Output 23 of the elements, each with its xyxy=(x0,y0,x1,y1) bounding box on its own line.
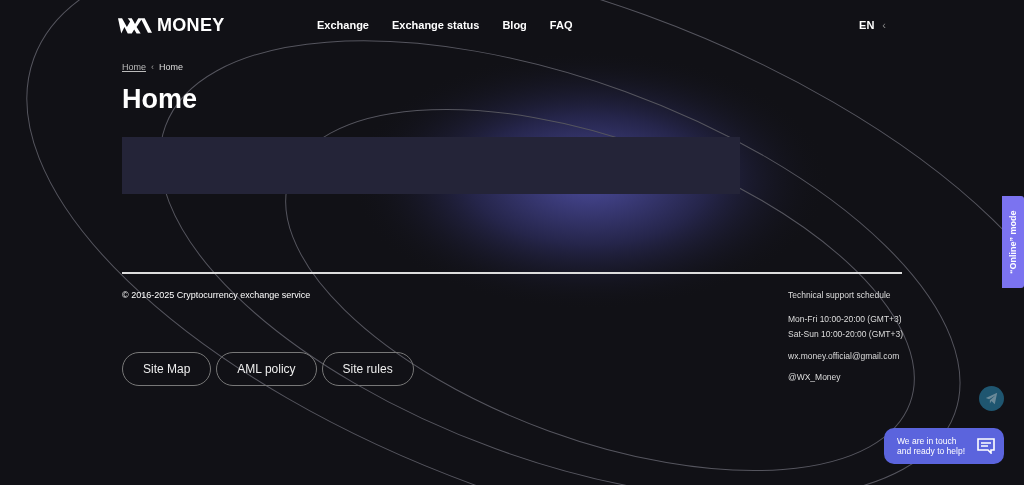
email-link[interactable]: wx.money.official@gmail.com xyxy=(788,351,902,361)
chat-button[interactable]: We are in touch and ready to help! xyxy=(884,428,1004,464)
chat-bubble-icon xyxy=(977,438,995,454)
telegram-link[interactable]: @WX_Money xyxy=(788,372,902,382)
breadcrumb-current: Home xyxy=(159,62,184,72)
schedule-text: Sat-Sun 10:00-20:00 (GMT+3) xyxy=(788,329,902,339)
schedule-text: Mon-Fri 10:00-20:00 (GMT+3) xyxy=(788,314,902,324)
telegram-button[interactable] xyxy=(979,386,1004,411)
nav-link[interactable]: Blog xyxy=(502,19,527,31)
online-mode-tab[interactable]: “Online” mode xyxy=(1002,196,1024,288)
nav-link[interactable]: Exchange xyxy=(317,19,369,31)
caret-icon[interactable]: ‹ xyxy=(882,19,886,31)
logo-icon[interactable] xyxy=(118,16,152,34)
logo-text[interactable]: MONEY xyxy=(157,14,225,36)
breadcrumb-separator: ‹ xyxy=(151,62,154,72)
page-title: Home xyxy=(122,84,198,115)
language-selector[interactable]: EN xyxy=(859,19,875,31)
nav-link[interactable]: Exchange status xyxy=(391,19,480,31)
breadcrumb-link[interactable]: Home xyxy=(122,62,146,72)
copyright-text: © 2016-2025 Cryptocurrency exchange service xyxy=(122,290,312,300)
nav-link[interactable]: FAQ xyxy=(549,19,573,31)
paper-plane-icon xyxy=(985,392,998,405)
support-heading: Technical support schedule xyxy=(788,290,892,300)
